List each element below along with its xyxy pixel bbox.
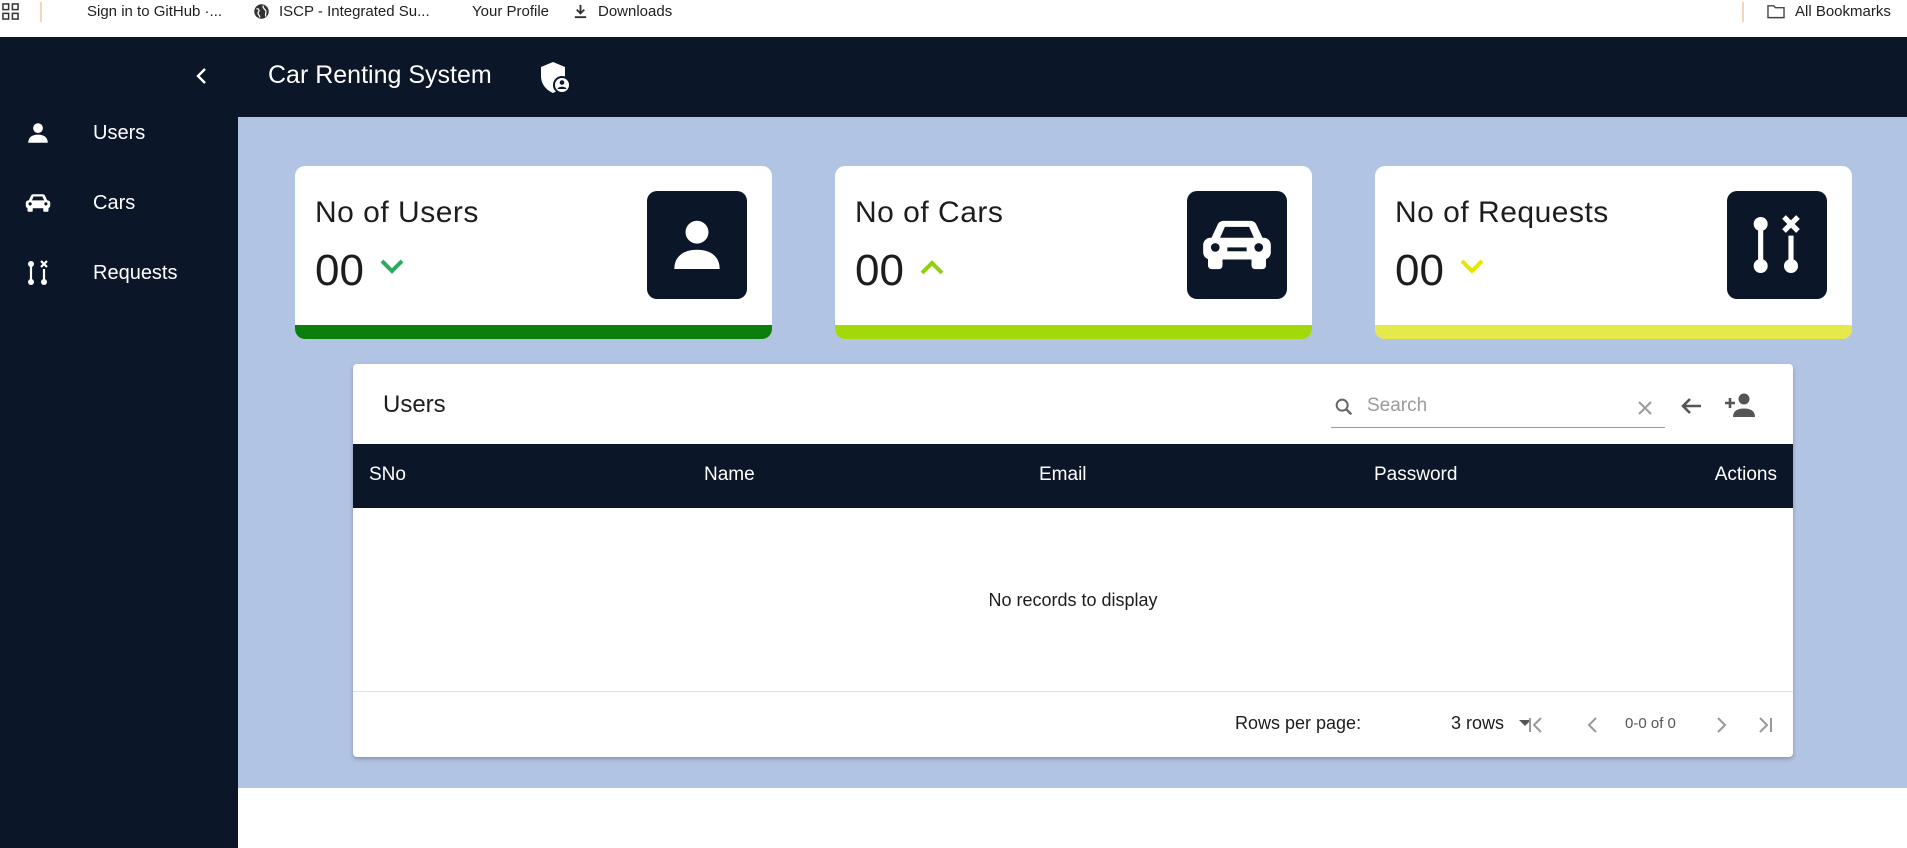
all-bookmarks-label: All Bookmarks bbox=[1795, 2, 1891, 20]
add-user-icon[interactable] bbox=[1723, 390, 1757, 420]
bookmark-your-profile[interactable]: Your Profile bbox=[472, 0, 549, 22]
table-header: SNo Name Email Password Actions bbox=[353, 444, 1793, 508]
table-title: Users bbox=[383, 391, 446, 418]
column-header-actions: Actions bbox=[1714, 464, 1777, 485]
stat-card-users: No of Users 00 bbox=[295, 166, 772, 339]
bookmark-separator bbox=[1742, 2, 1744, 22]
app-header: Car Renting System bbox=[238, 37, 1907, 117]
empty-table-message: No records to display bbox=[988, 590, 1158, 610]
search-input[interactable] bbox=[1367, 391, 1617, 421]
column-header-sno[interactable]: SNo bbox=[369, 464, 406, 486]
page-footer-area bbox=[238, 788, 1907, 848]
sidebar-item-requests[interactable]: Requests bbox=[0, 248, 238, 298]
bookmark-label: Downloads bbox=[598, 2, 673, 20]
stat-card-requests: No of Requests 00 bbox=[1375, 166, 1852, 339]
apps-icon[interactable] bbox=[2, 0, 19, 22]
first-page-icon[interactable] bbox=[1523, 712, 1549, 738]
bookmark-label: ISCP - Integrated Su... bbox=[279, 2, 430, 20]
person-icon bbox=[24, 119, 52, 147]
sidebar-item-users[interactable]: Users bbox=[0, 108, 238, 158]
sidebar-item-label: Requests bbox=[93, 261, 178, 284]
folder-icon bbox=[1767, 4, 1785, 18]
stat-title: No of Requests bbox=[1395, 196, 1609, 229]
stat-title: No of Cars bbox=[855, 196, 1004, 229]
column-header-email[interactable]: Email bbox=[1039, 464, 1087, 486]
chevron-down-icon bbox=[1460, 259, 1484, 274]
car-icon bbox=[1203, 220, 1271, 270]
stat-card-cars: No of Cars 00 bbox=[835, 166, 1312, 339]
sidebar-item-label: Users bbox=[93, 121, 146, 144]
bookmarks-bar: Sign in to GitHub ·... ISCP - Integrated… bbox=[0, 0, 1907, 37]
app-title: Car Renting System bbox=[268, 61, 492, 89]
stat-icon-box bbox=[647, 191, 747, 299]
stat-icon-box bbox=[1187, 191, 1287, 299]
route-icon bbox=[24, 259, 52, 287]
bookmark-label: Your Profile bbox=[472, 2, 549, 20]
car-icon bbox=[24, 189, 52, 217]
admin-shield-icon bbox=[541, 62, 571, 94]
stat-value: 00 bbox=[1395, 246, 1444, 295]
next-page-icon[interactable] bbox=[1708, 712, 1734, 738]
page-info: 0-0 of 0 bbox=[1625, 715, 1676, 732]
table-pagination: Rows per page: 3 rows 0-0 of 0 bbox=[353, 691, 1793, 757]
stat-accent-bar bbox=[835, 325, 1312, 339]
chevron-left-icon bbox=[196, 68, 206, 84]
stat-accent-bar bbox=[295, 325, 772, 339]
sidebar-item-label: Cars bbox=[93, 191, 136, 214]
last-page-icon[interactable] bbox=[1752, 712, 1778, 738]
users-table-card: Users SNo Name Email Password Actions No… bbox=[353, 364, 1793, 757]
column-header-name[interactable]: Name bbox=[704, 464, 755, 486]
rows-per-page-value: 3 rows bbox=[1451, 713, 1505, 733]
chevron-down-icon bbox=[380, 259, 404, 274]
bookmark-label: Sign in to GitHub ·... bbox=[87, 2, 223, 20]
column-header-password[interactable]: Password bbox=[1374, 464, 1457, 486]
sidebar-collapse-button[interactable] bbox=[190, 64, 214, 88]
chevron-up-icon bbox=[920, 260, 944, 275]
rows-per-page-label: Rows per page: bbox=[1235, 713, 1362, 733]
bookmark-github[interactable]: Sign in to GitHub ·... bbox=[87, 0, 222, 22]
search-field bbox=[1331, 386, 1665, 428]
route-icon bbox=[1753, 215, 1800, 273]
bookmark-separator bbox=[40, 2, 42, 22]
search-icon bbox=[1335, 398, 1353, 416]
clear-search-icon[interactable] bbox=[1635, 398, 1655, 418]
stat-value: 00 bbox=[315, 246, 364, 295]
bookmark-iscp[interactable]: ISCP - Integrated Su... bbox=[253, 0, 430, 22]
main-content: No of Users 00 No of Cars 00 No of Reque… bbox=[238, 117, 1907, 788]
previous-page-icon[interactable] bbox=[1580, 712, 1606, 738]
all-bookmarks-button[interactable]: All Bookmarks bbox=[1766, 0, 1891, 22]
sidebar: Users Cars Requests bbox=[0, 37, 238, 848]
stat-accent-bar bbox=[1375, 325, 1852, 339]
stat-icon-box bbox=[1727, 191, 1827, 299]
stat-title: No of Users bbox=[315, 196, 479, 229]
download-icon bbox=[574, 4, 587, 18]
person-icon bbox=[674, 220, 720, 269]
bookmark-downloads[interactable]: Downloads bbox=[572, 0, 672, 22]
stat-value: 00 bbox=[855, 246, 904, 295]
globe-icon bbox=[254, 3, 269, 19]
sidebar-item-cars[interactable]: Cars bbox=[0, 178, 238, 228]
arrow-back-icon[interactable] bbox=[1677, 391, 1707, 421]
